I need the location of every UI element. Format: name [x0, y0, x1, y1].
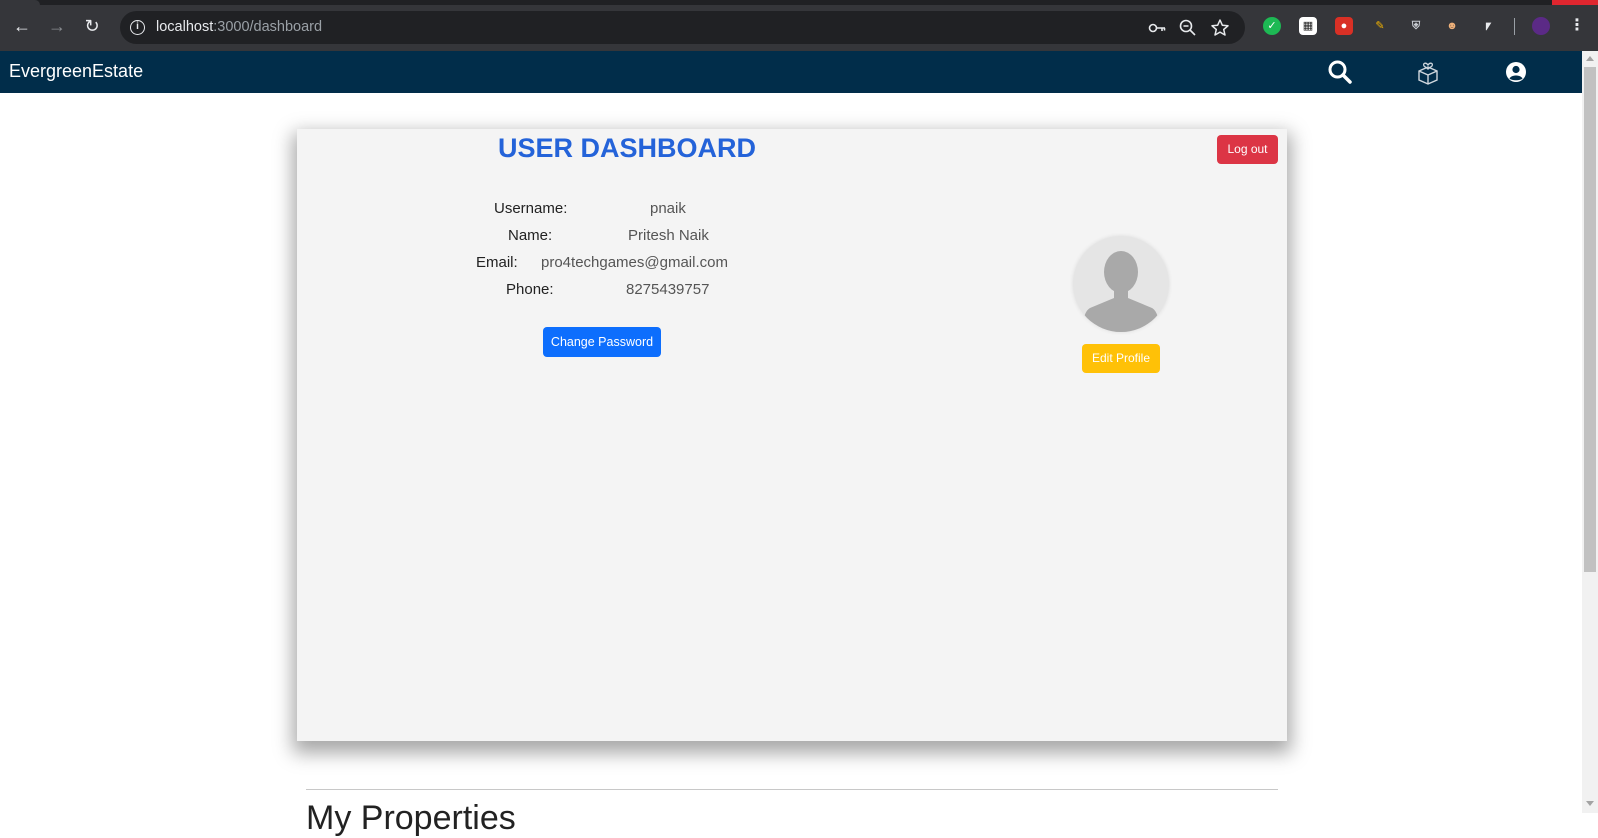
- site-info-icon[interactable]: i: [130, 20, 145, 35]
- extensions-puzzle-icon[interactable]: ⎖: [1479, 17, 1497, 35]
- profile-avatar: [1073, 236, 1169, 332]
- page-scrollbar[interactable]: [1582, 51, 1598, 813]
- bookmark-star-icon[interactable]: [1210, 18, 1230, 38]
- browser-toolbar: ← → ↻ i localhost:3000/dashboard ✓ ▦ ● ✎…: [0, 0, 1598, 51]
- search-icon[interactable]: [1326, 58, 1354, 86]
- window-close-edge[interactable]: [1552, 0, 1598, 5]
- user-dashboard-card: USER DASHBOARD Log out Username: pnaik N…: [297, 129, 1287, 741]
- extension-face-icon[interactable]: ☻: [1443, 17, 1461, 35]
- toolbar-divider: [1514, 18, 1515, 35]
- username-value: pnaik: [650, 200, 686, 217]
- scroll-down-arrow-icon[interactable]: [1586, 801, 1594, 806]
- url-path: :3000/dashboard: [213, 19, 323, 35]
- email-label: Email:: [476, 254, 518, 271]
- url-host: localhost: [156, 19, 214, 35]
- url-text[interactable]: localhost:3000/dashboard: [156, 19, 322, 35]
- extension-pen-icon[interactable]: ✎: [1371, 17, 1389, 35]
- extension-check-icon[interactable]: ✓: [1263, 17, 1281, 35]
- phone-value: 8275439757: [626, 281, 710, 298]
- email-value: pro4techgames@gmail.com: [541, 254, 728, 271]
- address-bar[interactable]: i localhost:3000/dashboard: [120, 11, 1245, 44]
- extension-qr-icon[interactable]: ▦: [1299, 17, 1317, 35]
- extension-lock-icon[interactable]: ●: [1335, 17, 1353, 35]
- back-arrow-icon[interactable]: ←: [10, 14, 34, 38]
- brand-logo[interactable]: EvergreenEstate: [9, 61, 143, 82]
- donate-box-icon[interactable]: [1414, 58, 1442, 86]
- section-divider: [306, 789, 1278, 790]
- scrollbar-thumb[interactable]: [1584, 67, 1596, 572]
- default-user-silhouette-icon: [1082, 251, 1160, 332]
- profile-avatar-icon[interactable]: [1532, 17, 1550, 35]
- tab-strip: [0, 0, 1598, 5]
- user-account-icon[interactable]: [1502, 58, 1530, 86]
- name-value: Pritesh Naik: [628, 227, 709, 244]
- scroll-up-arrow-icon[interactable]: [1586, 56, 1594, 61]
- page-title: USER DASHBOARD: [497, 133, 757, 163]
- key-icon[interactable]: [1147, 18, 1167, 38]
- active-tab-edge: [0, 0, 40, 5]
- extension-shield-icon[interactable]: ⛨: [1407, 17, 1425, 35]
- zoom-icon[interactable]: [1178, 18, 1198, 38]
- phone-label: Phone:: [506, 281, 554, 298]
- my-properties-heading: My Properties: [306, 799, 516, 837]
- reload-icon[interactable]: ↻: [80, 14, 104, 38]
- name-label: Name:: [508, 227, 553, 244]
- browser-menu-icon[interactable]: ⋮: [1568, 17, 1586, 35]
- edit-profile-button[interactable]: Edit Profile: [1082, 344, 1160, 373]
- username-label: Username:: [494, 200, 568, 217]
- change-password-button[interactable]: Change Password: [543, 327, 661, 357]
- app-navbar: EvergreenEstate: [0, 51, 1582, 93]
- logout-button[interactable]: Log out: [1217, 135, 1278, 164]
- forward-arrow-icon[interactable]: →: [45, 14, 69, 38]
